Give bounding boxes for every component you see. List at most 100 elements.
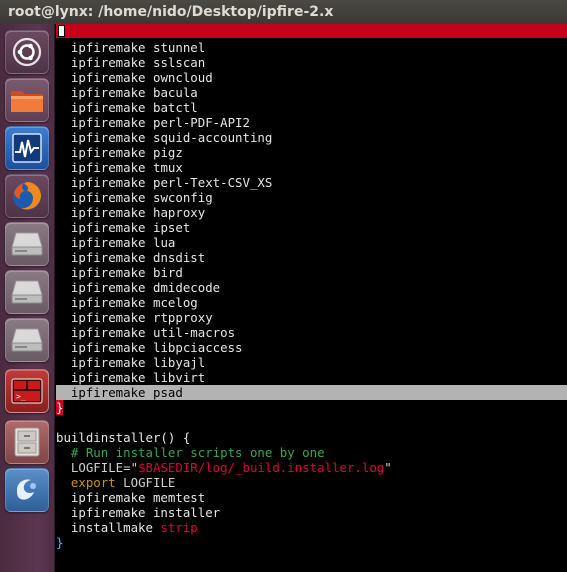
terminal-line-installmake: installmake strip — [56, 520, 567, 535]
terminal-line: ipfiremake ipset — [56, 220, 567, 235]
line-argument: owncloud — [153, 70, 213, 85]
line-argument: batctl — [153, 100, 198, 115]
launcher-terminal[interactable]: >_ — [5, 369, 49, 413]
line-argument: pigz — [153, 145, 183, 160]
terminal-line: ipfiremake squid-accounting — [56, 130, 567, 145]
launcher-file-cabinet[interactable] — [5, 420, 49, 464]
line-command: ipfiremake — [70, 130, 146, 145]
line-command: ipfiremake — [70, 310, 146, 325]
line-command: ipfiremake — [70, 250, 146, 265]
line-argument: libpciaccess — [153, 340, 243, 355]
terminal-line: ipfiremake pigz — [56, 145, 567, 160]
logfile-variable: $BASEDIR — [138, 460, 198, 475]
terminal-line: ipfiremake perl-PDF-API2 — [56, 115, 567, 130]
line-command: ipfiremake — [70, 190, 146, 205]
line-command: ipfiremake — [70, 340, 146, 355]
terminal-line: ipfiremake libpciaccess — [56, 340, 567, 355]
unity-launcher: >_ — [0, 24, 55, 572]
logfile-path: /log/_build.installer.log — [197, 460, 385, 475]
line-command: ipfiremake — [70, 175, 146, 190]
launcher-firefox[interactable] — [5, 174, 49, 218]
file-cabinet-icon — [12, 426, 42, 458]
ubuntu-logo-icon — [12, 37, 42, 67]
terminal-line: ipfiremake rtpproxy — [56, 310, 567, 325]
terminal-line: ipfiremake tmux — [56, 160, 567, 175]
terminal-icon: >_ — [10, 376, 44, 406]
line-command: ipfiremake — [70, 55, 146, 70]
line-command: ipfiremake — [70, 100, 146, 115]
terminal-line: ipfiremake libvirt — [56, 370, 567, 385]
export-argument: LOGFILE — [115, 475, 176, 490]
line-command: ipfiremake — [70, 40, 146, 55]
line-argument: mcelog — [153, 295, 198, 310]
line-command: ipfiremake — [70, 70, 146, 85]
line-argument: squid-accounting — [153, 130, 273, 145]
line-command: ipfiremake — [70, 220, 146, 235]
terminal-line: ipfiremake mcelog — [56, 295, 567, 310]
line-command: ipfiremake — [70, 355, 146, 370]
line-command: ipfiremake — [70, 115, 146, 130]
installer-command: ipfiremake installer — [56, 505, 221, 520]
line-argument: libvirt — [153, 370, 206, 385]
code-comment: # Run installer scripts one by one — [56, 445, 325, 460]
line-argument: lua — [153, 235, 176, 250]
function-header: buildinstaller() { — [56, 430, 191, 445]
cursor — [58, 25, 65, 37]
terminal-line-comment: # Run installer scripts one by one — [56, 445, 567, 460]
terminal-line-logfile: LOGFILE="$BASEDIR/log/_build.installer.l… — [56, 460, 567, 475]
launcher-drive-1[interactable] — [5, 222, 49, 266]
window-title: root@lynx: /home/nido/Desktop/ipfire-2.x — [0, 0, 567, 24]
launcher-files[interactable] — [5, 78, 49, 122]
terminal-line-selected: ipfiremake psad — [56, 385, 567, 400]
firefox-icon — [10, 179, 44, 213]
terminal-line: ipfiremake libyajl — [56, 355, 567, 370]
line-argument: ipset — [153, 220, 191, 235]
terminal-line-export: export LOGFILE — [56, 475, 567, 490]
line-command: ipfiremake — [70, 265, 146, 280]
line-argument: perl-PDF-API2 — [153, 115, 250, 130]
terminal-line: ipfiremake haproxy — [56, 205, 567, 220]
line-command: ipfiremake — [70, 280, 146, 295]
folder-icon — [9, 85, 45, 115]
terminal-text: ipfiremake stunnel ipfiremake sslscan ip… — [56, 40, 567, 550]
line-argument: dnsdist — [153, 250, 206, 265]
line-command: ipfiremake — [70, 160, 146, 175]
terminal-line: ipfiremake lua — [56, 235, 567, 250]
line-argument: rtpproxy — [153, 310, 213, 325]
close-brace: } — [56, 400, 64, 415]
launcher-dash-home[interactable] — [5, 30, 49, 74]
line-argument: perl-Text-CSV_XS — [153, 175, 273, 190]
terminal-line: ipfiremake dnsdist — [56, 250, 567, 265]
launcher-drive-2[interactable] — [5, 270, 49, 314]
terminal-view[interactable]: ipfiremake stunnel ipfiremake sslscan ip… — [56, 24, 567, 572]
hard-drive-icon — [10, 325, 44, 355]
line-command: ipfiremake — [70, 85, 146, 100]
status-bar — [56, 24, 567, 38]
launcher-drive-3[interactable] — [5, 318, 49, 362]
launcher-blue-app[interactable] — [5, 468, 49, 512]
terminal-line-close: } — [56, 400, 567, 415]
terminal-line: ipfiremake perl-Text-CSV_XS — [56, 175, 567, 190]
launcher-system-monitor[interactable] — [5, 126, 49, 170]
line-argument: util-macros — [153, 325, 236, 340]
hard-drive-icon — [10, 277, 44, 307]
logfile-assign: LOGFILE=" — [56, 460, 139, 475]
terminal-line: ipfiremake swconfig — [56, 190, 567, 205]
installmake-command: installmake — [56, 520, 153, 535]
line-argument: bacula — [153, 85, 198, 100]
